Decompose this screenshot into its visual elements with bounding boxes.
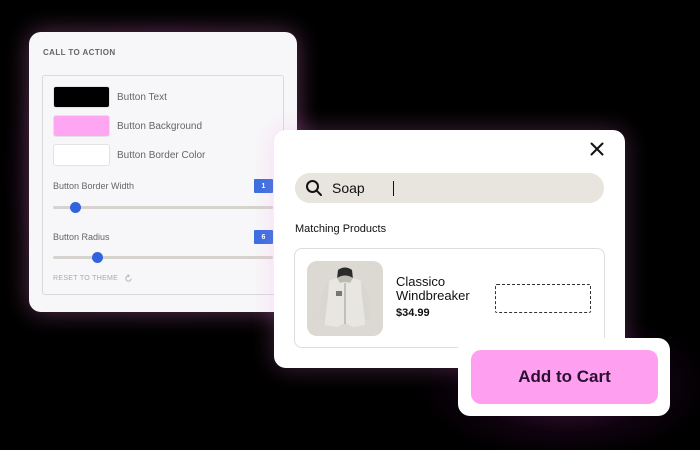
cta-preview-card: Add to Cart <box>458 338 670 416</box>
color-swatch-button-background[interactable] <box>53 115 110 137</box>
color-row-button-border[interactable]: Button Border Color <box>53 144 205 166</box>
refresh-icon <box>124 274 133 283</box>
cta-button-placeholder[interactable] <box>495 284 591 313</box>
reset-label: RESET TO THEME <box>53 275 119 282</box>
radius-label: Button Radius <box>53 232 110 242</box>
product-price: $34.99 <box>396 307 430 319</box>
reset-to-theme-button[interactable]: RESET TO THEME <box>53 274 133 283</box>
border-width-label: Button Border Width <box>53 181 135 191</box>
color-row-button-background[interactable]: Button Background <box>53 115 202 137</box>
product-image <box>307 261 383 336</box>
radius-slider[interactable] <box>53 252 273 263</box>
color-swatch-button-text[interactable] <box>53 86 110 108</box>
add-to-cart-button[interactable]: Add to Cart <box>471 350 658 404</box>
radius-slider-thumb[interactable] <box>91 252 103 263</box>
search-bar[interactable]: Soap <box>295 173 604 203</box>
border-width-slider-thumb[interactable] <box>69 202 81 213</box>
settings-group: Button Text Button Background Button Bor… <box>42 75 284 295</box>
close-icon[interactable] <box>590 142 604 161</box>
color-swatch-button-border[interactable] <box>53 144 110 166</box>
text-caret <box>393 181 394 196</box>
close-button[interactable] <box>589 142 605 161</box>
color-label: Button Text <box>117 91 167 103</box>
color-label: Button Background <box>117 120 203 132</box>
color-row-button-text[interactable]: Button Text <box>53 86 167 108</box>
cta-settings-panel: CALL TO ACTION Button Text Button Backgr… <box>29 32 297 312</box>
product-name: Classico Windbreaker <box>396 274 470 303</box>
product-list-item[interactable]: Classico Windbreaker $34.99 <box>294 248 605 348</box>
border-width-value-badge: 1 <box>254 179 273 193</box>
color-label: Button Border Color <box>117 149 206 161</box>
section-heading: Matching Products <box>295 223 387 235</box>
border-width-slider[interactable] <box>53 202 273 213</box>
search-input[interactable]: Soap <box>332 180 532 196</box>
search-icon <box>305 179 323 197</box>
panel-title: CALL TO ACTION <box>43 48 116 57</box>
product-search-modal: Soap Matching Products Classico Windbrea… <box>274 130 625 368</box>
radius-value-badge: 6 <box>254 230 273 244</box>
